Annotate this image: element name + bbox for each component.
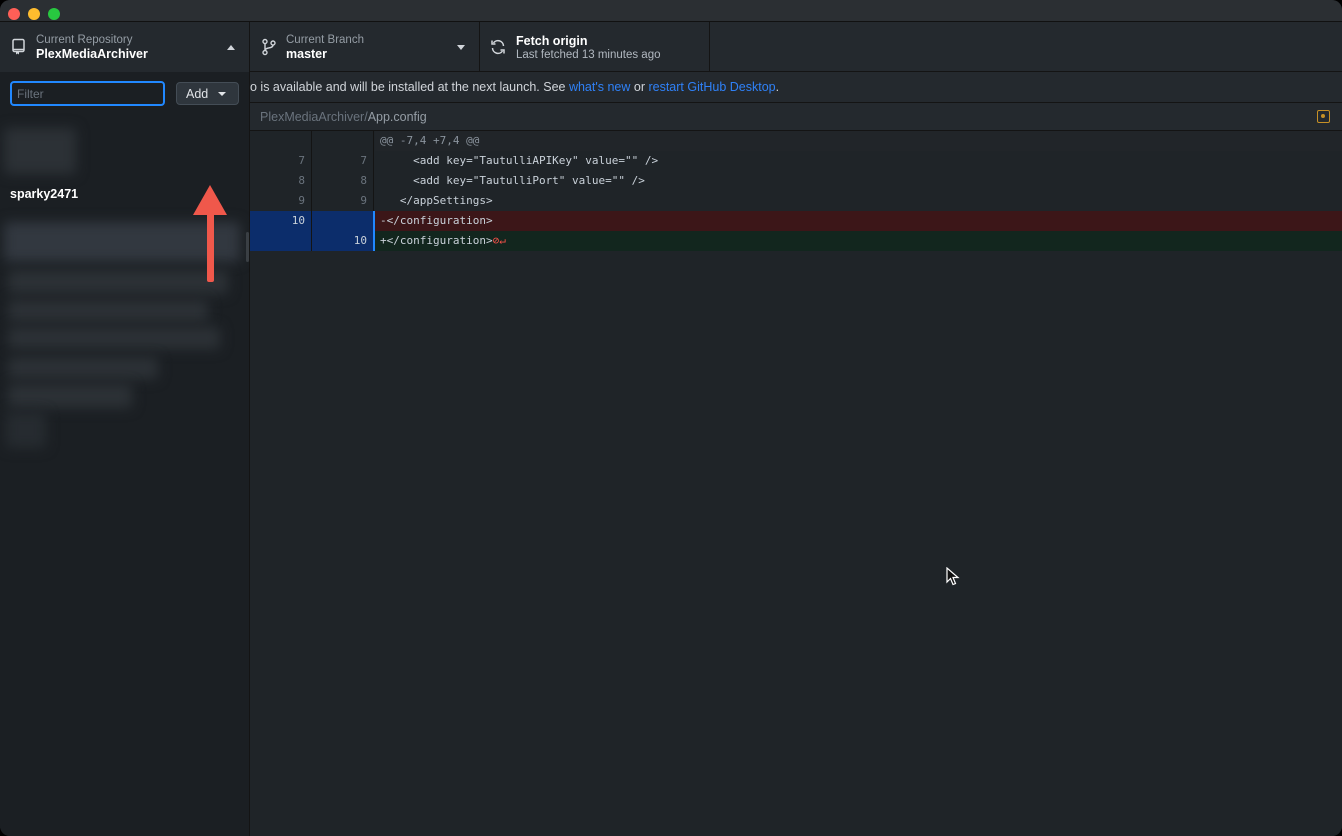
restart-link[interactable]: restart GitHub Desktop: [648, 80, 775, 94]
diff-lines: @@ -7,4 +7,4 @@ 7 7 <add key="TautulliAP…: [250, 131, 1342, 251]
minimize-window-button[interactable]: [28, 8, 40, 20]
new-line-number: 7: [312, 151, 374, 171]
repo-name: PlexMediaArchiver: [36, 47, 148, 61]
diff-line[interactable]: 7 7 <add key="TautulliAPIKey" value="" /…: [250, 151, 1342, 171]
branch-icon: [262, 38, 276, 56]
whats-new-link[interactable]: what's new: [569, 80, 630, 94]
banner-text-mid: or: [630, 80, 649, 94]
annotation-arrow-shaft: [207, 212, 214, 282]
diff-line[interactable]: 8 8 <add key="TautulliPort" value="" />: [250, 171, 1342, 191]
line-code: <add key="TautulliPort" value="" />: [380, 174, 645, 187]
hunk-header-row[interactable]: @@ -7,4 +7,4 @@: [250, 131, 1342, 151]
caret-down-icon: [218, 92, 226, 96]
gutter-new: [312, 131, 374, 151]
branch-name: master: [286, 47, 327, 61]
blurred-repo-item[interactable]: [8, 357, 158, 379]
blurred-repo-item[interactable]: [8, 327, 220, 349]
banner-text-end: .: [775, 80, 780, 94]
diff-view: o is available and will be installed at …: [250, 72, 1342, 836]
line-code: </appSettings>: [380, 194, 493, 207]
current-branch-button[interactable]: Current Branch master: [250, 22, 480, 72]
mouse-cursor-icon: [946, 567, 960, 586]
fetch-origin-button[interactable]: Fetch origin Last fetched 13 minutes ago: [480, 22, 710, 72]
old-line-number: 8: [250, 171, 312, 191]
deleted-line[interactable]: 10 -</configuration>: [250, 211, 1342, 231]
old-line-number: [250, 231, 312, 251]
update-banner: o is available and will be installed at …: [250, 72, 1342, 103]
added-line-text: +</configuration>: [380, 234, 493, 247]
toolbar: Current Repository PlexMediaArchiver Cur…: [0, 22, 1342, 72]
close-window-button[interactable]: [8, 8, 20, 20]
title-bar: [0, 0, 1342, 22]
blurred-repo-item[interactable]: [8, 300, 208, 322]
github-desktop-window: Current Repository PlexMediaArchiver Cur…: [0, 0, 1342, 836]
current-repository-button[interactable]: Current Repository PlexMediaArchiver: [0, 22, 250, 72]
add-repository-button[interactable]: Add: [176, 82, 239, 105]
scrollbar-thumb[interactable]: [246, 232, 249, 262]
zoom-window-button[interactable]: [48, 8, 60, 20]
blurred-repo-item[interactable]: [4, 128, 76, 174]
old-line-number: 10: [250, 211, 312, 231]
banner-text: o is available and will be installed at …: [250, 80, 569, 94]
no-newline-icon: ⊘↵: [492, 234, 506, 247]
file-name: App.config: [367, 110, 427, 124]
repo-icon: [12, 38, 25, 55]
new-line-number: 9: [312, 191, 374, 211]
added-line[interactable]: 10 +</configuration>⊘↵: [250, 231, 1342, 251]
fetch-subtitle: Last fetched 13 minutes ago: [516, 49, 661, 61]
modified-file-icon: [1317, 110, 1330, 123]
file-dir: PlexMediaArchiver/: [260, 110, 368, 124]
sync-icon: [491, 39, 505, 55]
blurred-repo-item[interactable]: [8, 270, 228, 294]
line-code: -</configuration>: [375, 211, 1342, 231]
fetch-title: Fetch origin: [516, 34, 588, 48]
blurred-repo-item[interactable]: [8, 384, 132, 408]
branch-label: Current Branch: [286, 34, 364, 46]
new-line-number: 8: [312, 171, 374, 191]
file-path: PlexMediaArchiver/App.config: [260, 110, 427, 124]
gutter-old: [250, 131, 312, 151]
blurred-repo-item[interactable]: [4, 222, 240, 262]
repo-group-label: sparky2471: [10, 187, 79, 201]
old-line-number: 9: [250, 191, 312, 211]
blurred-repo-item[interactable]: [6, 412, 46, 448]
new-line-number: 10: [312, 231, 374, 251]
filter-input[interactable]: [10, 81, 165, 106]
line-code: <add key="TautulliAPIKey" value="" />: [380, 154, 659, 167]
caret-down-icon: [457, 45, 465, 50]
hunk-header: @@ -7,4 +7,4 @@: [375, 131, 1342, 151]
old-line-number: 7: [250, 151, 312, 171]
line-code: +</configuration>⊘↵: [375, 231, 1342, 251]
repository-list-dropdown: Add sparky2471: [0, 72, 250, 836]
file-header: PlexMediaArchiver/App.config: [250, 103, 1342, 131]
new-line-number: [312, 211, 374, 231]
diff-line[interactable]: 9 9 </appSettings>: [250, 191, 1342, 211]
caret-up-icon: [227, 45, 235, 50]
annotation-arrow-head: [193, 185, 227, 215]
add-button-label: Add: [186, 86, 209, 101]
repo-label: Current Repository: [36, 34, 133, 46]
